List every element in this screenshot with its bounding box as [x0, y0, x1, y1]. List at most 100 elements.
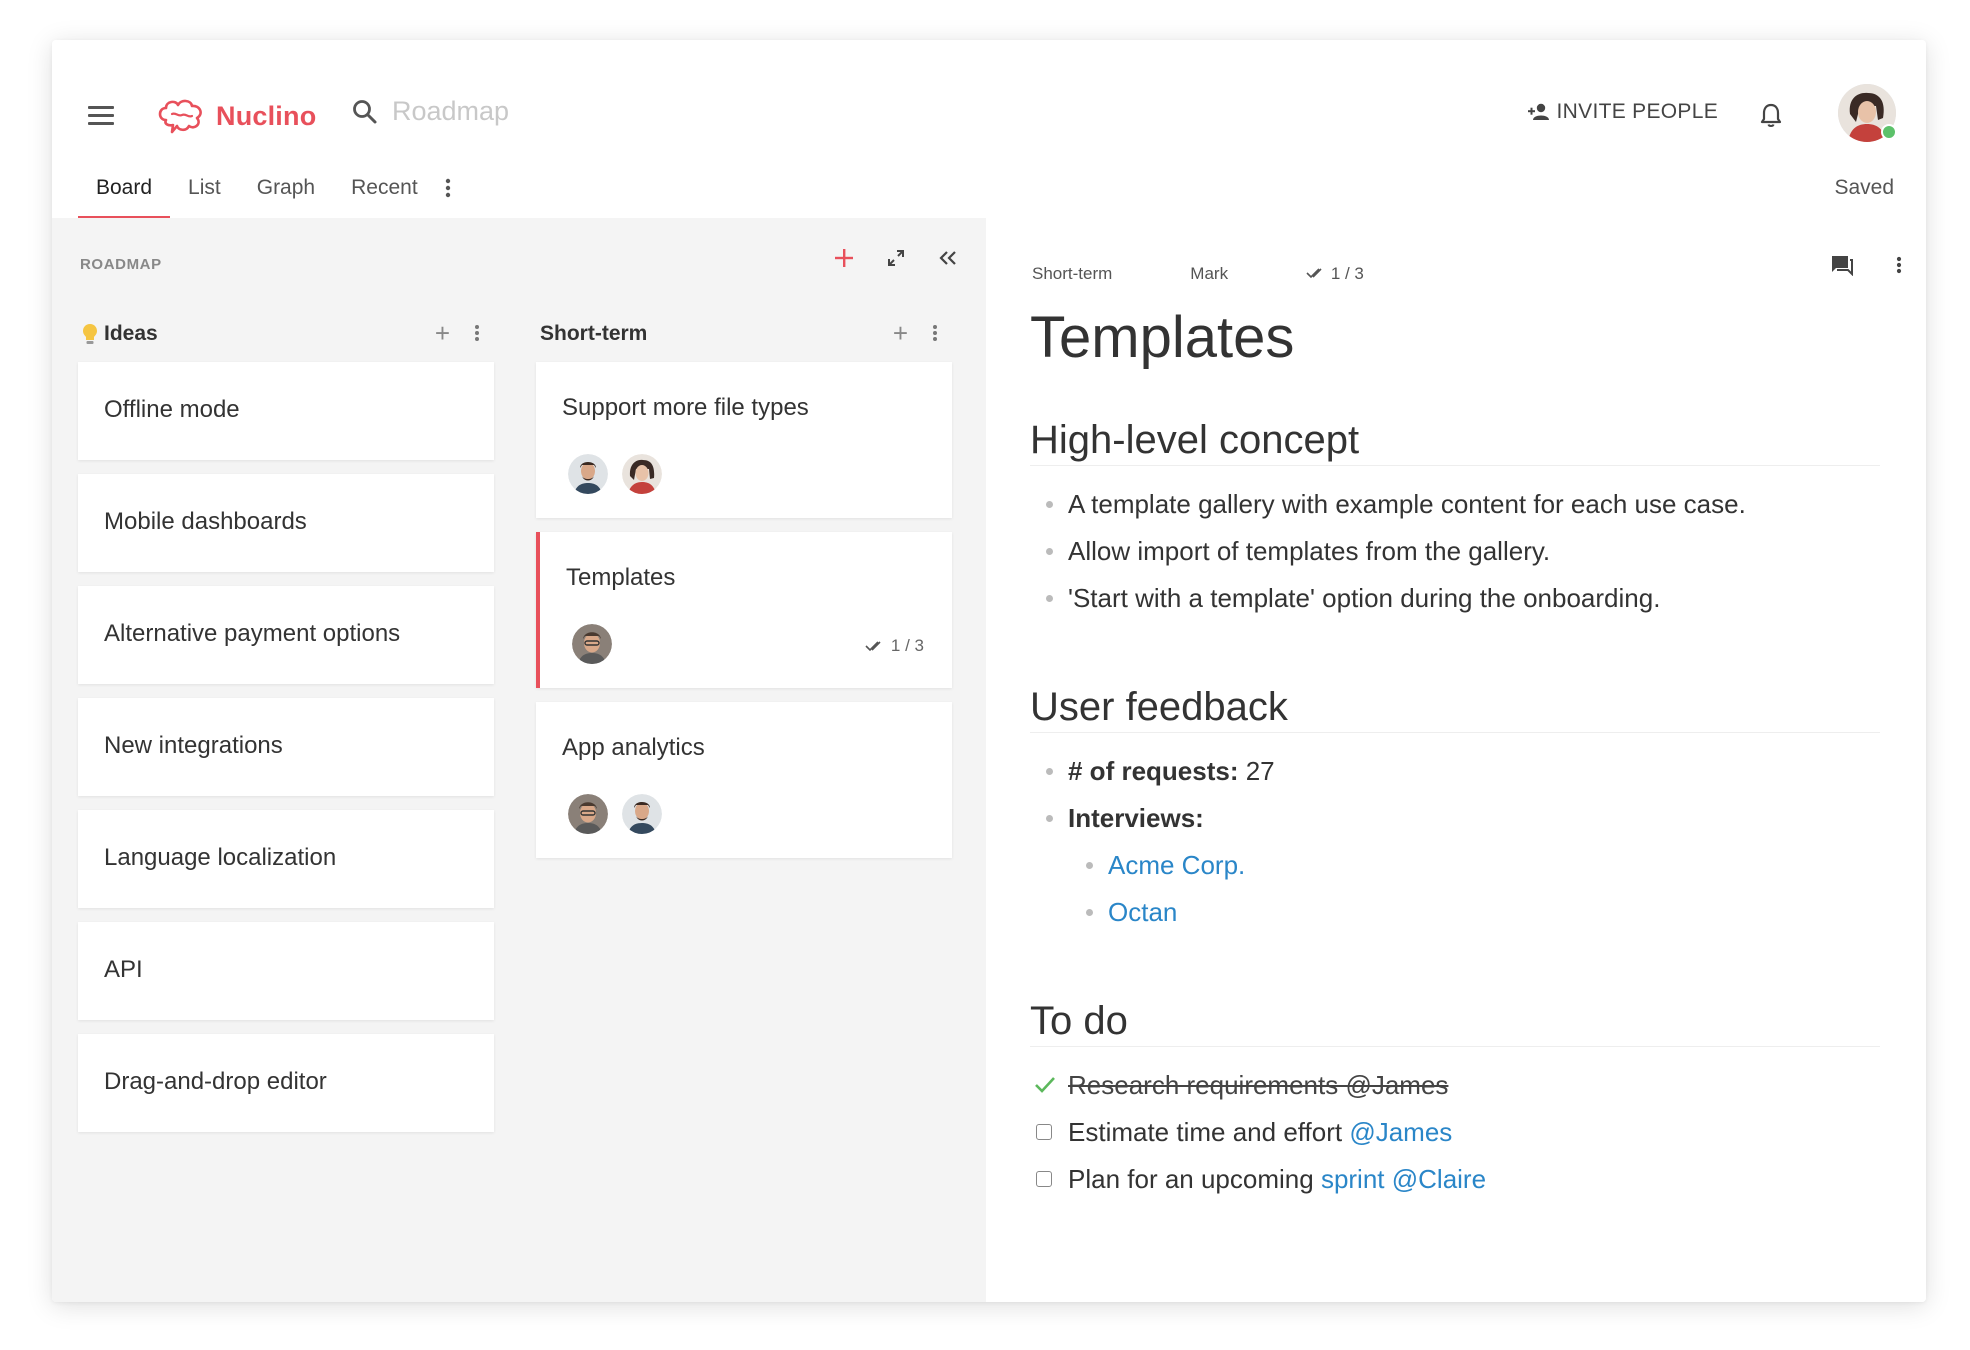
- collapse-left-icon[interactable]: [934, 244, 962, 272]
- search-icon: [353, 99, 377, 123]
- card[interactable]: API: [78, 922, 494, 1020]
- todo-item: Research requirements @James: [1030, 1065, 1880, 1112]
- column-title: Short-term: [540, 322, 647, 346]
- avatar: [622, 454, 662, 494]
- tab-recent[interactable]: Recent: [333, 168, 436, 216]
- card[interactable]: New integrations: [78, 698, 494, 796]
- double-check-icon: [1306, 268, 1322, 279]
- avatar: [568, 454, 608, 494]
- section-heading: User feedback: [1030, 685, 1880, 733]
- checklist-count: 1 / 3: [1330, 264, 1364, 283]
- top-bar: Nuclino Roadmap INVITE PEOPLE Board List…: [52, 40, 1926, 219]
- card[interactable]: Mobile dashboards: [78, 474, 494, 572]
- checkmark-icon[interactable]: [1034, 1075, 1056, 1095]
- view-tabs: Board List Graph Recent: [78, 168, 460, 219]
- todo-text: Estimate time and effort: [1068, 1117, 1350, 1147]
- card-title: New integrations: [104, 732, 283, 759]
- avatar: [568, 794, 608, 834]
- feedback-list: # of requests: 27 Interviews:: [1030, 751, 1880, 845]
- document-title[interactable]: Templates: [1030, 304, 1294, 371]
- card-selected[interactable]: Templates 1 / 3: [536, 532, 952, 688]
- checklist-count: 1 / 3: [890, 636, 924, 655]
- interview-link[interactable]: Octan: [1108, 897, 1177, 927]
- meta-column[interactable]: Short-term: [1032, 264, 1112, 284]
- more-vertical-icon[interactable]: [436, 168, 460, 203]
- app-name: Nuclino: [216, 100, 317, 131]
- avatar: [622, 794, 662, 834]
- requests-value: 27: [1238, 756, 1275, 786]
- tab-board[interactable]: Board: [78, 168, 171, 219]
- column-title-text: Ideas: [104, 322, 158, 345]
- card-title: Drag-and-drop editor: [104, 1068, 327, 1095]
- list-item: Octan: [1030, 892, 1880, 939]
- meta-checklist: 1 / 3: [1306, 264, 1364, 284]
- column-ideas: Ideas + Offline mode Mobile dashboards A…: [78, 316, 494, 1146]
- card-title: Templates: [566, 564, 676, 591]
- card-assignees: [568, 794, 662, 834]
- board-label: ROADMAP: [80, 256, 162, 273]
- column-add-card-button[interactable]: +: [435, 320, 450, 346]
- tab-graph[interactable]: Graph: [239, 168, 333, 216]
- card-title: App analytics: [562, 734, 705, 761]
- todo-text: Plan for an upcoming: [1068, 1164, 1321, 1194]
- document-meta: Short-term Mark 1 / 3: [1032, 264, 1364, 284]
- column-title-text: Short-term: [540, 322, 648, 345]
- requests-label: # of requests:: [1068, 756, 1239, 786]
- card-title: Mobile dashboards: [104, 508, 307, 535]
- interviews-label: Interviews:: [1068, 803, 1204, 833]
- todo-checkbox[interactable]: [1036, 1124, 1052, 1140]
- document-body[interactable]: High-level concept A template gallery wi…: [1030, 418, 1880, 1206]
- card-title: API: [104, 956, 143, 983]
- sprint-link[interactable]: sprint: [1321, 1164, 1385, 1194]
- save-status: Saved: [1834, 176, 1894, 199]
- card-assignees: [572, 624, 612, 664]
- document-more-vertical-icon[interactable]: [1896, 256, 1902, 279]
- todo-checkbox[interactable]: [1036, 1171, 1052, 1187]
- card[interactable]: App analytics: [536, 702, 952, 858]
- tab-list[interactable]: List: [170, 168, 239, 216]
- lightbulb-icon: [83, 324, 97, 344]
- mention-link[interactable]: @Claire: [1392, 1164, 1486, 1194]
- column-add-card-button[interactable]: +: [893, 320, 908, 346]
- column-short-term: Short-term + Support more file types Tem…: [536, 316, 952, 872]
- document-panel: Short-term Mark 1 / 3 Templates High-lev…: [986, 218, 1926, 1302]
- list-item: Acme Corp.: [1030, 845, 1880, 892]
- section-heading: To do: [1030, 999, 1880, 1047]
- hamburger-menu-icon[interactable]: [88, 106, 114, 128]
- search-bar[interactable]: Roadmap: [352, 96, 509, 127]
- card[interactable]: Offline mode: [78, 362, 494, 460]
- notifications-bell-icon[interactable]: [1760, 102, 1782, 133]
- card[interactable]: Alternative payment options: [78, 586, 494, 684]
- add-item-icon[interactable]: [830, 244, 858, 272]
- interview-link[interactable]: Acme Corp.: [1108, 850, 1245, 880]
- mention-link[interactable]: @James: [1349, 1117, 1452, 1147]
- concept-list: A template gallery with example content …: [1030, 484, 1880, 625]
- meta-assignee[interactable]: Mark: [1190, 264, 1228, 284]
- card[interactable]: Support more file types: [536, 362, 952, 518]
- add-person-icon: [1527, 103, 1549, 120]
- list-item: Allow import of templates from the galle…: [1030, 531, 1880, 578]
- expand-icon[interactable]: [882, 244, 910, 272]
- document-toolbar: [1830, 254, 1902, 281]
- card[interactable]: Drag-and-drop editor: [78, 1034, 494, 1132]
- column-more-vertical-icon[interactable]: [932, 324, 938, 347]
- board-toolbar: [830, 244, 962, 272]
- app-logo[interactable]: Nuclino: [156, 96, 316, 136]
- interviews-list: Acme Corp. Octan: [1030, 845, 1880, 939]
- column-more-vertical-icon[interactable]: [474, 324, 480, 347]
- card-title: Language localization: [104, 844, 337, 871]
- list-item: A template gallery with example content …: [1030, 484, 1880, 531]
- todo-item: Plan for an upcoming sprint @Claire: [1030, 1159, 1880, 1206]
- invite-people-label: INVITE PEOPLE: [1556, 100, 1718, 123]
- card[interactable]: Language localization: [78, 810, 494, 908]
- user-avatar[interactable]: [1838, 84, 1897, 142]
- list-item: Interviews:: [1030, 798, 1880, 845]
- invite-people-button[interactable]: INVITE PEOPLE: [1527, 100, 1718, 124]
- card-title: Alternative payment options: [104, 620, 401, 647]
- column-title: Ideas: [82, 322, 158, 346]
- search-input[interactable]: Roadmap: [392, 96, 509, 127]
- list-item: 'Start with a template' option during th…: [1030, 578, 1880, 625]
- section-heading: High-level concept: [1030, 418, 1880, 466]
- card-assignees: [568, 454, 662, 494]
- comments-icon[interactable]: [1830, 254, 1854, 281]
